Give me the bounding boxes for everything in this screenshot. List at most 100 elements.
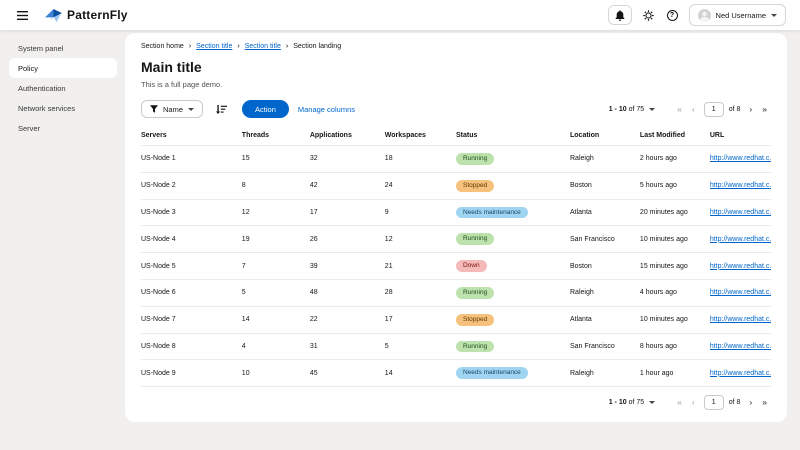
sort-icon bbox=[216, 105, 227, 114]
sidebar-item-network-services[interactable]: Network services bbox=[0, 98, 117, 118]
url-link[interactable]: http://www.redhat.c... bbox=[710, 316, 771, 323]
cell-url: http://www.redhat.c... bbox=[710, 226, 771, 253]
settings-button[interactable] bbox=[641, 8, 656, 23]
user-menu-button[interactable]: Ned Username bbox=[689, 4, 786, 26]
main-content: Section home › Section title › Section title… bbox=[125, 30, 800, 450]
cell-status: Running bbox=[456, 226, 570, 253]
last-page-button[interactable]: » bbox=[758, 103, 771, 116]
cell-threads: 8 bbox=[242, 172, 310, 199]
column-header-threads: Threads bbox=[242, 127, 310, 146]
cell-last-modified: 10 minutes ago bbox=[640, 226, 710, 253]
cell-url: http://www.redhat.c... bbox=[710, 172, 771, 199]
manage-columns-link[interactable]: Manage columns bbox=[298, 105, 355, 114]
cell-last-modified: 8 hours ago bbox=[640, 333, 710, 360]
cell-server: US-Node 7 bbox=[141, 306, 242, 333]
cell-url: http://www.redhat.c... bbox=[710, 253, 771, 280]
cell-location: Raleigh bbox=[570, 146, 640, 173]
cell-location: Atlanta bbox=[570, 199, 640, 226]
name-filter-dropdown[interactable]: Name bbox=[141, 100, 203, 118]
cell-status: Needs maintenance bbox=[456, 199, 570, 226]
pagination-nav: « ‹ of 8 › » bbox=[673, 102, 771, 117]
cell-server: US-Node 2 bbox=[141, 172, 242, 199]
breadcrumb-item[interactable]: Section title bbox=[245, 43, 281, 50]
url-link[interactable]: http://www.redhat.c... bbox=[710, 289, 771, 296]
patternfly-logo-icon bbox=[45, 8, 62, 23]
table-row[interactable]: US-Node 2 8 42 24 Stopped Boston 5 hours… bbox=[141, 172, 771, 199]
cell-status: Stopped bbox=[456, 172, 570, 199]
cell-threads: 19 bbox=[242, 226, 310, 253]
masthead: PatternFly bbox=[0, 0, 800, 30]
cell-status: Running bbox=[456, 146, 570, 173]
url-link[interactable]: http://www.redhat.c... bbox=[710, 263, 771, 270]
nav-toggle-button[interactable] bbox=[14, 8, 31, 23]
cell-last-modified: 15 minutes ago bbox=[640, 253, 710, 280]
pagination-range: 1 - 10 of 75 bbox=[609, 399, 644, 406]
notifications-button[interactable] bbox=[608, 5, 632, 25]
first-page-button[interactable]: « bbox=[673, 396, 686, 409]
cell-applications: 39 bbox=[310, 253, 385, 280]
table-row[interactable]: US-Node 8 4 31 5 Running San Francisco 8… bbox=[141, 333, 771, 360]
url-link[interactable]: http://www.redhat.c... bbox=[710, 209, 771, 216]
table-body: US-Node 1 15 32 18 Running Raleigh 2 hou… bbox=[141, 146, 771, 387]
table-row[interactable]: US-Node 3 12 17 9 Needs maintenance Atla… bbox=[141, 199, 771, 226]
sidebar-item-server[interactable]: Server bbox=[0, 118, 117, 138]
column-header-last-modified: Last Modified bbox=[640, 127, 710, 146]
url-link[interactable]: http://www.redhat.c... bbox=[710, 236, 771, 243]
url-link[interactable]: http://www.redhat.c... bbox=[710, 155, 771, 162]
table-row[interactable]: US-Node 1 15 32 18 Running Raleigh 2 hou… bbox=[141, 146, 771, 173]
table-header-row: ServersThreadsApplicationsWorkspacesStat… bbox=[141, 127, 771, 146]
pagination-bottom: 1 - 10 of 75 « ‹ of 8 › » bbox=[605, 395, 771, 410]
next-page-button[interactable]: › bbox=[745, 103, 756, 116]
table-row[interactable]: US-Node 9 10 45 14 Needs maintenance Ral… bbox=[141, 360, 771, 386]
cell-url: http://www.redhat.c... bbox=[710, 360, 771, 386]
url-link[interactable]: http://www.redhat.c... bbox=[710, 343, 771, 350]
cell-workspaces: 5 bbox=[385, 333, 456, 360]
cell-applications: 45 bbox=[310, 360, 385, 386]
page-number-input[interactable] bbox=[704, 395, 724, 410]
cell-last-modified: 20 minutes ago bbox=[640, 199, 710, 226]
breadcrumb-separator-icon: › bbox=[237, 43, 239, 50]
pagination-range-dropdown[interactable]: 1 - 10 of 75 bbox=[605, 397, 659, 408]
page-count-label: of 8 bbox=[729, 106, 741, 113]
cell-server: US-Node 6 bbox=[141, 279, 242, 306]
table-row[interactable]: US-Node 4 19 26 12 Running San Francisco… bbox=[141, 226, 771, 253]
action-button[interactable]: Action bbox=[242, 100, 289, 118]
sidebar-item-policy[interactable]: Policy bbox=[9, 58, 117, 78]
breadcrumb-item: Section home bbox=[141, 43, 184, 50]
servers-table: ServersThreadsApplicationsWorkspacesStat… bbox=[141, 127, 771, 386]
table-row[interactable]: US-Node 6 5 48 28 Running Raleigh 4 hour… bbox=[141, 279, 771, 306]
next-page-button[interactable]: › bbox=[745, 396, 756, 409]
page-number-input[interactable] bbox=[704, 102, 724, 117]
masthead-actions: ? Ned Username bbox=[608, 4, 786, 26]
prev-page-button[interactable]: ‹ bbox=[688, 103, 699, 116]
column-header-location: Location bbox=[570, 127, 640, 146]
column-header-servers: Servers bbox=[141, 127, 242, 146]
cell-threads: 4 bbox=[242, 333, 310, 360]
breadcrumb-separator-icon: › bbox=[189, 43, 191, 50]
status-badge: Down bbox=[456, 260, 487, 272]
first-page-button[interactable]: « bbox=[673, 103, 686, 116]
sidebar-item-system-panel[interactable]: System panel bbox=[0, 38, 117, 58]
filter-label: Name bbox=[163, 105, 183, 114]
table-row[interactable]: US-Node 5 7 39 21 Down Boston 15 minutes… bbox=[141, 253, 771, 280]
url-link[interactable]: http://www.redhat.c... bbox=[710, 370, 771, 377]
help-button[interactable]: ? bbox=[665, 8, 680, 23]
cell-applications: 17 bbox=[310, 199, 385, 226]
prev-page-button[interactable]: ‹ bbox=[688, 396, 699, 409]
url-link[interactable]: http://www.redhat.c... bbox=[710, 182, 771, 189]
sort-button[interactable] bbox=[214, 103, 229, 116]
pagination-range-dropdown[interactable]: 1 - 10 of 75 bbox=[605, 104, 659, 115]
table-row[interactable]: US-Node 7 14 22 17 Stopped Atlanta 10 mi… bbox=[141, 306, 771, 333]
cell-last-modified: 5 hours ago bbox=[640, 172, 710, 199]
cell-workspaces: 24 bbox=[385, 172, 456, 199]
sidebar-item-authentication[interactable]: Authentication bbox=[0, 78, 117, 98]
gear-icon bbox=[643, 10, 654, 21]
bell-icon bbox=[615, 10, 625, 21]
user-name: Ned Username bbox=[716, 11, 766, 20]
breadcrumb-item[interactable]: Section title bbox=[196, 43, 232, 50]
cell-url: http://www.redhat.c... bbox=[710, 199, 771, 226]
cell-workspaces: 9 bbox=[385, 199, 456, 226]
cell-workspaces: 17 bbox=[385, 306, 456, 333]
cell-server: US-Node 8 bbox=[141, 333, 242, 360]
last-page-button[interactable]: » bbox=[758, 396, 771, 409]
